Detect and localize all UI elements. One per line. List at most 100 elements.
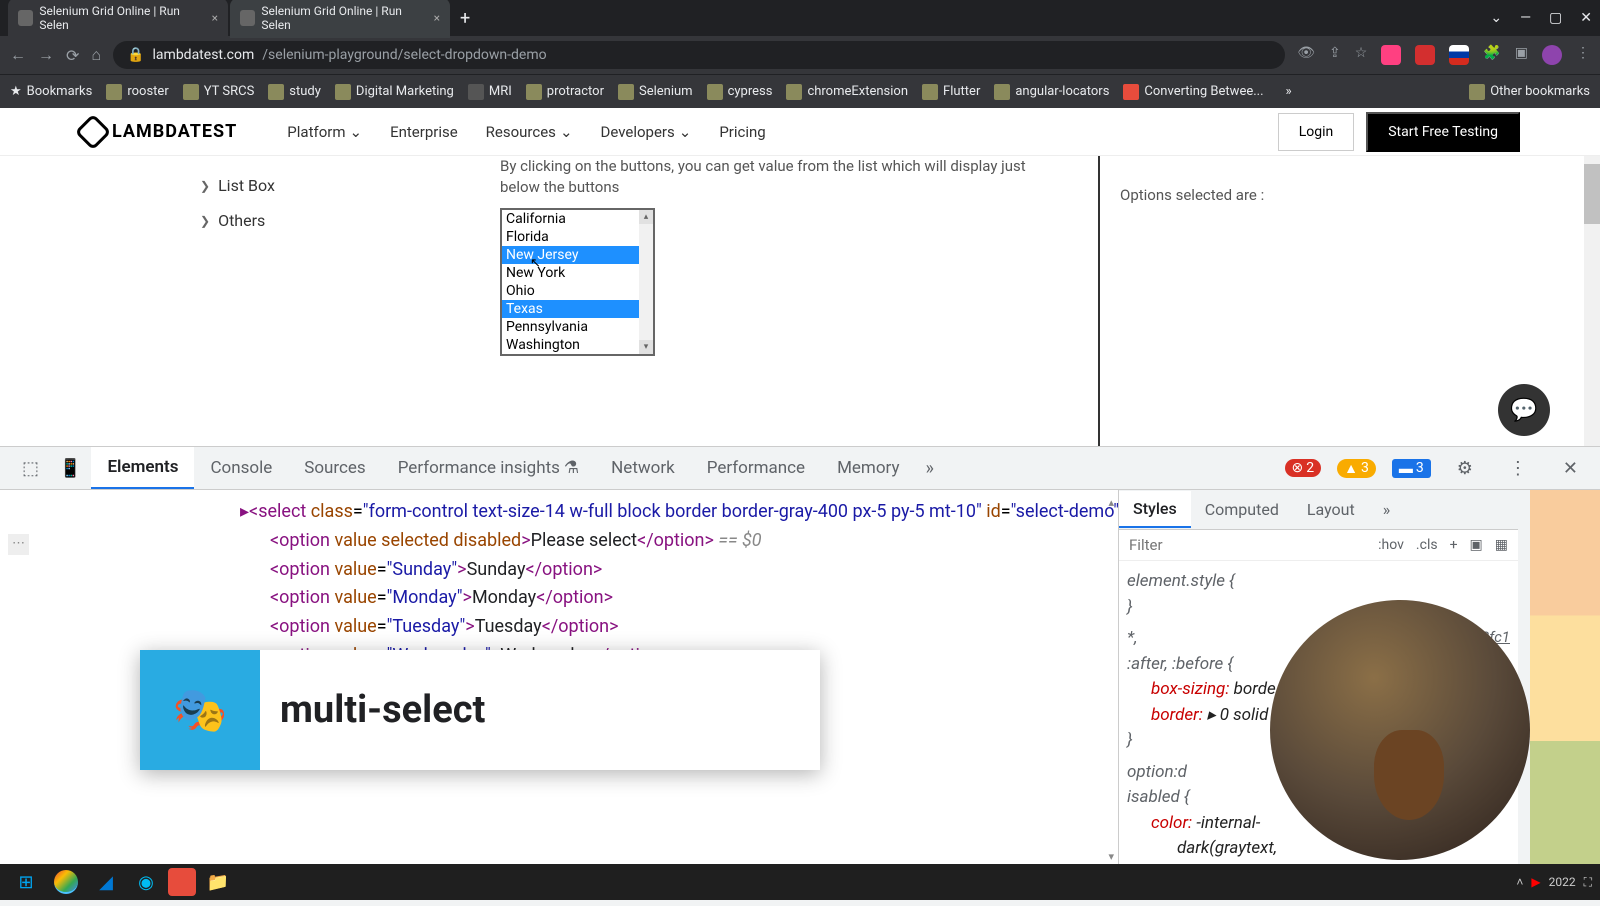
login-button[interactable]: Login xyxy=(1278,113,1355,151)
tab-performance[interactable]: Performance xyxy=(691,448,821,488)
tab-network[interactable]: Network xyxy=(595,448,691,488)
scrollbar-thumb[interactable] xyxy=(1584,164,1600,224)
back-button[interactable]: ← xyxy=(10,45,26,65)
tab-layout[interactable]: Layout xyxy=(1293,492,1369,527)
multi-select[interactable]: California Florida New Jersey New York O… xyxy=(500,208,655,356)
taskbar-app[interactable]: ◉ xyxy=(128,866,164,898)
new-tab-button[interactable]: + xyxy=(460,8,470,29)
bookmark-item[interactable]: Selenium xyxy=(618,84,693,100)
device-toggle-icon[interactable]: 📱 xyxy=(49,458,91,479)
tab-elements[interactable]: Elements xyxy=(91,447,194,489)
extension-icon[interactable] xyxy=(1449,45,1469,65)
bookmark-item[interactable]: protractor xyxy=(526,84,604,100)
warnings-badge[interactable]: ▲3 xyxy=(1337,459,1376,478)
filter-input[interactable] xyxy=(1129,536,1366,554)
sidebar-item-listbox[interactable]: ❯List Box xyxy=(200,168,480,203)
browser-tab[interactable]: Selenium Grid Online | Run Selen × xyxy=(8,0,228,38)
extensions-icon[interactable]: 🧩 xyxy=(1483,45,1500,65)
tab-sources[interactable]: Sources xyxy=(288,448,381,488)
start-button[interactable]: ⊞ xyxy=(8,866,44,898)
home-button[interactable]: ⌂ xyxy=(91,45,101,65)
hov-toggle[interactable]: :hov xyxy=(1378,537,1404,553)
youtube-icon[interactable]: ▶ xyxy=(1531,875,1540,889)
nav-pricing[interactable]: Pricing xyxy=(719,123,765,141)
close-icon[interactable]: ✕ xyxy=(1580,10,1592,26)
taskbar-explorer[interactable]: 📁 xyxy=(200,866,236,898)
menu-icon[interactable]: ⋮ xyxy=(1499,458,1537,479)
bookmark-item[interactable]: Flutter xyxy=(922,84,980,100)
bookmark-item[interactable]: YT SRCS xyxy=(183,84,255,100)
option-california[interactable]: California xyxy=(502,210,653,228)
cls-toggle[interactable]: .cls xyxy=(1416,537,1438,553)
extension-icon[interactable] xyxy=(1381,45,1401,65)
option-ohio[interactable]: Ohio xyxy=(502,282,653,300)
collapsed-indicator[interactable]: ⋯ xyxy=(8,534,29,555)
scrollbar[interactable]: ▴ ▾ xyxy=(639,210,653,354)
maximize-icon[interactable]: ▢ xyxy=(1549,10,1562,26)
flexbox-icon[interactable]: ▦ xyxy=(1495,537,1508,553)
start-testing-button[interactable]: Start Free Testing xyxy=(1366,112,1520,152)
tab-console[interactable]: Console xyxy=(194,448,288,488)
bookmark-item[interactable]: Digital Marketing xyxy=(335,84,454,100)
other-bookmarks[interactable]: Other bookmarks xyxy=(1469,84,1590,100)
scroll-down-icon[interactable]: ▾ xyxy=(639,340,653,354)
tab-styles[interactable]: Styles xyxy=(1119,491,1191,528)
extension-icon[interactable] xyxy=(1415,45,1435,65)
tab-memory[interactable]: Memory xyxy=(821,448,915,488)
chevron-up-icon[interactable]: ˄ xyxy=(1516,875,1523,889)
more-tabs-icon[interactable]: » xyxy=(1369,492,1405,527)
bookmark-item[interactable]: chromeExtension xyxy=(786,84,908,100)
option-texas[interactable]: Texas xyxy=(502,300,653,318)
share-icon[interactable]: ⇪ xyxy=(1329,45,1341,65)
profile-avatar[interactable] xyxy=(1542,45,1562,65)
tab-computed[interactable]: Computed xyxy=(1191,492,1293,527)
logo[interactable]: LAMBDATEST xyxy=(80,119,237,145)
issues-badge[interactable]: ▬3 xyxy=(1392,459,1431,478)
nav-resources[interactable]: Resources⌄ xyxy=(486,123,573,141)
chevron-down-icon[interactable]: ⌄ xyxy=(1490,10,1502,26)
bookmark-item[interactable]: Converting Betwee... xyxy=(1123,84,1263,100)
bookmark-item[interactable]: angular-locators xyxy=(994,84,1109,100)
taskbar-app[interactable] xyxy=(168,868,196,896)
reading-list-icon[interactable]: ▣ xyxy=(1515,45,1528,65)
browser-tab[interactable]: Selenium Grid Online | Run Selen × xyxy=(230,0,450,38)
scroll-up-icon[interactable]: ▴ xyxy=(1108,494,1114,512)
scroll-up-icon[interactable]: ▴ xyxy=(639,210,653,224)
forward-button[interactable]: → xyxy=(38,45,54,65)
option-new-jersey[interactable]: New Jersey xyxy=(502,246,653,264)
option-washington[interactable]: Washington xyxy=(502,336,653,354)
sidebar-item-others[interactable]: ❯Others xyxy=(200,203,480,238)
more-tabs-icon[interactable]: » xyxy=(916,458,944,479)
bookmark-item[interactable]: ★Bookmarks xyxy=(10,84,92,99)
bookmark-item[interactable]: study xyxy=(268,84,321,100)
close-icon[interactable]: ✕ xyxy=(1553,458,1588,479)
tab-performance-insights[interactable]: Performance insights⚗ xyxy=(382,448,595,488)
gear-icon[interactable]: ⚙ xyxy=(1447,458,1483,479)
bookmark-item[interactable]: MRI xyxy=(468,84,512,100)
errors-badge[interactable]: ⊗2 xyxy=(1285,459,1322,477)
taskbar-chrome[interactable] xyxy=(48,866,84,898)
inspect-icon[interactable]: ⬚ xyxy=(12,458,49,479)
bookmark-item[interactable]: rooster xyxy=(106,84,168,100)
page-scrollbar[interactable] xyxy=(1584,156,1600,446)
eye-off-icon[interactable]: 👁 xyxy=(1297,45,1315,65)
new-rule-icon[interactable]: + xyxy=(1450,537,1458,553)
bookmarks-overflow[interactable]: » xyxy=(1286,84,1292,99)
fullscreen-icon[interactable]: ⛶ xyxy=(1584,875,1592,890)
star-icon[interactable]: ☆ xyxy=(1355,45,1368,65)
scroll-down-icon[interactable]: ▾ xyxy=(1108,848,1114,866)
nav-platform[interactable]: Platform⌄ xyxy=(287,123,362,141)
chat-button[interactable]: 💬 xyxy=(1498,384,1550,436)
nav-developers[interactable]: Developers⌄ xyxy=(601,123,692,141)
option-florida[interactable]: Florida xyxy=(502,228,653,246)
close-icon[interactable]: × xyxy=(434,11,440,25)
menu-icon[interactable]: ⋮ xyxy=(1576,45,1590,65)
close-icon[interactable]: × xyxy=(212,11,218,25)
minimize-icon[interactable]: — xyxy=(1520,10,1531,26)
reload-button[interactable]: ⟳ xyxy=(66,46,79,65)
taskbar-vscode[interactable]: ◢ xyxy=(88,866,124,898)
option-new-york[interactable]: New York xyxy=(502,264,653,282)
url-input[interactable]: 🔒 lambdatest.com/selenium-playground/sel… xyxy=(113,41,1285,69)
bookmark-item[interactable]: cypress xyxy=(707,84,773,100)
option-pennsylvania[interactable]: Pennsylvania xyxy=(502,318,653,336)
